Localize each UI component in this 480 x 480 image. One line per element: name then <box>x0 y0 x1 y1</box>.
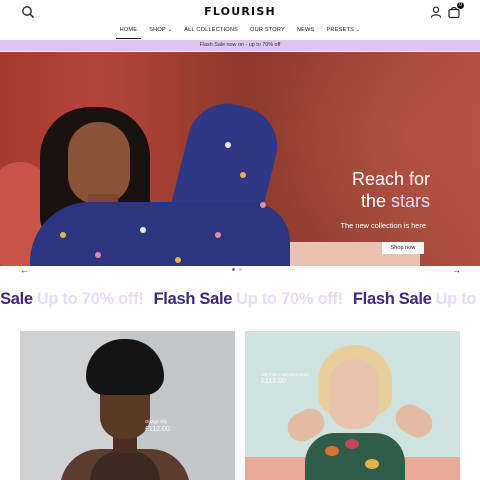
marquee-light-text: Up to 70% off! <box>435 290 480 308</box>
pajama-pattern <box>240 172 246 178</box>
hero-subtitle: The new collection is here <box>340 221 426 230</box>
product-price: £112.00 <box>261 378 286 385</box>
pajama-pattern <box>140 227 146 233</box>
site-header: FLOURISH 0 <box>0 0 480 24</box>
hero-title-prefix: the <box>360 191 391 211</box>
nav-item-shop[interactable]: SHOP ⌄ <box>143 24 178 39</box>
pajama-pattern <box>260 202 266 208</box>
shop-now-button[interactable]: Shop now <box>382 242 424 254</box>
pajama-pattern <box>225 142 231 148</box>
nav-item-label: HOME <box>119 27 138 33</box>
marquee-item: h SaleUp to 70% off! <box>0 290 144 309</box>
marquee-strong-text: h Sale <box>0 290 33 308</box>
product-title: Orange Slip <box>145 419 168 424</box>
chevron-down-icon: ⌄ <box>356 27 361 33</box>
nav-item-our-story[interactable]: OUR STORY <box>244 24 291 39</box>
nav-item-label: NEWS <box>296 27 315 33</box>
product-price: £112.00 <box>145 426 170 433</box>
marquee-item: Flash SaleUp to 70% off! <box>153 290 344 309</box>
nav-item-label: OUR STORY <box>250 27 285 33</box>
hero-background-shade <box>260 52 480 266</box>
scarf-pattern <box>345 439 359 449</box>
hero-title-line2: the stars <box>300 190 430 212</box>
slider-dot[interactable] <box>239 268 242 271</box>
marquee-strong-text: Flash Sale <box>153 290 233 308</box>
nav-item-label: SHOP <box>149 27 166 33</box>
product-card[interactable]: Orange Slip £112.00 <box>20 331 235 480</box>
pajama-pattern <box>95 252 101 258</box>
marquee-strong-text: Flash Sale <box>352 290 432 308</box>
product-model-hand <box>390 399 438 443</box>
pajama-pattern <box>175 257 181 263</box>
cart-count-badge: 0 <box>457 2 464 9</box>
cart-icon[interactable]: 0 <box>447 2 464 19</box>
product-model-face <box>329 359 379 429</box>
nav-item-presets[interactable]: PRESETS ⌄ <box>320 24 366 39</box>
site-logo[interactable]: FLOURISH <box>0 5 480 18</box>
slider-next-arrow-icon[interactable]: → <box>452 265 461 275</box>
hero-banner: Reach for the stars The new collection i… <box>0 52 480 266</box>
chevron-down-icon: ⌄ <box>167 27 173 33</box>
slider-dots <box>232 268 242 271</box>
marquee-light-text: Up to 70% off! <box>236 290 343 308</box>
marquee-light-text: Up to 70% off! <box>36 290 144 308</box>
hero-title-line1: Reach for <box>351 169 430 189</box>
nav-item-home[interactable]: HOME <box>114 24 144 39</box>
product-title: Silk Print Cashmere Scarf <box>261 372 309 377</box>
nav-item-label: ALL COLLECTIONS <box>184 27 239 33</box>
hero-title-accent: stars <box>390 191 430 211</box>
flash-sale-marquee: h SaleUp to 70% off! Flash SaleUp to 70%… <box>0 290 480 314</box>
user-icon[interactable] <box>429 5 443 19</box>
hero-model-face <box>68 122 130 204</box>
main-nav: HOME SHOP ⌄ ALL COLLECTIONS OUR STORY NEW… <box>0 24 480 39</box>
pajama-pattern <box>215 232 221 238</box>
slider-prev-arrow-icon[interactable]: ← <box>20 265 29 275</box>
product-card[interactable]: Silk Print Cashmere Scarf £112.00 <box>245 331 460 480</box>
slider-dot[interactable] <box>232 268 235 271</box>
scarf-pattern <box>325 446 339 456</box>
pajama-pattern <box>60 232 66 238</box>
nav-item-news[interactable]: NEWS <box>291 24 321 39</box>
marquee-item: Flash SaleUp to 70% off! <box>353 290 480 309</box>
hero-model-pajamas <box>30 202 290 266</box>
scarf-pattern <box>365 459 379 469</box>
hero-title: Reach for the stars <box>300 168 430 212</box>
nav-item-all-collections[interactable]: ALL COLLECTIONS <box>178 24 244 39</box>
announcement-bar[interactable]: Flash Sale now on - up to 70% off <box>0 40 480 51</box>
nav-item-label: PRESETS <box>326 27 354 33</box>
